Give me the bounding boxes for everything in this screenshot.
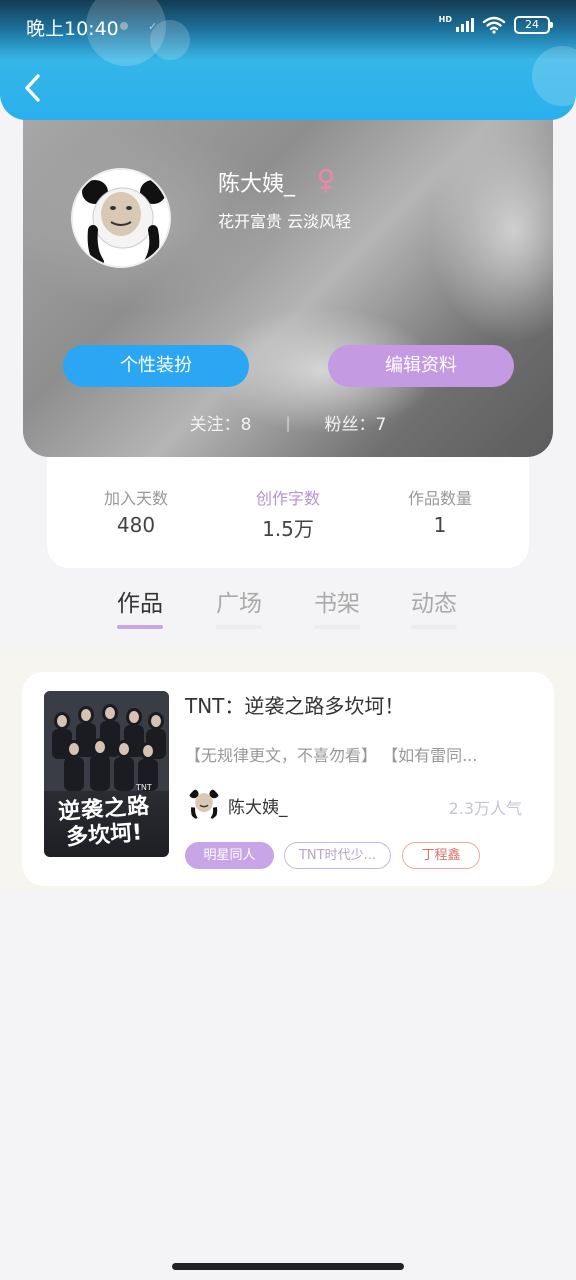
stat-value: 1 xyxy=(433,513,447,537)
chevron-left-icon xyxy=(25,74,40,102)
tag-category[interactable]: 明星同人 xyxy=(185,842,274,869)
tab-label: 广场 xyxy=(216,591,262,617)
panda-meme-avatar-icon xyxy=(73,170,169,266)
tab-label: 动态 xyxy=(411,591,457,617)
female-icon xyxy=(318,168,334,194)
nickname: 陈大姨_ xyxy=(218,172,296,197)
stat-value: 480 xyxy=(116,513,156,537)
work-description: 【无规律更文，不喜勿看】 【如有雷同... xyxy=(185,746,478,765)
battery-icon: 24 xyxy=(514,16,553,34)
notification-dot-icon xyxy=(120,22,128,30)
tag-group[interactable]: TNT时代少... xyxy=(284,842,391,869)
signal-icon xyxy=(456,18,474,32)
stat-word-count: 创作字数 1.5万 xyxy=(233,485,343,568)
stat-join-days: 加入天数 480 xyxy=(81,485,191,568)
tab-bar: 作品 广场 书架 动态 xyxy=(92,584,492,634)
book-cover[interactable]: TNT 逆袭之路 多坎坷! xyxy=(44,691,169,857)
tab-indicator xyxy=(117,625,163,629)
tag-character[interactable]: 丁程鑫 xyxy=(402,842,480,869)
author-name: 陈大姨_ xyxy=(228,798,288,818)
cover-title-line2: 多坎坷! xyxy=(65,820,144,851)
stat-label: 创作字数 xyxy=(255,489,320,508)
tab-label: 作品 xyxy=(117,591,163,617)
notification-tick-icon: ✓ xyxy=(148,20,158,33)
header-bar: 晚上10:40 ✓ HD 24 xyxy=(0,0,576,120)
panda-meme-avatar-icon xyxy=(187,787,221,821)
tab-activity[interactable]: 动态 xyxy=(399,584,469,629)
status-icons: HD 24 xyxy=(438,14,553,34)
tab-works[interactable]: 作品 xyxy=(105,584,175,629)
avatar[interactable] xyxy=(71,168,171,268)
popularity-count: 2.3万人气 xyxy=(448,799,522,818)
following-count[interactable]: 关注：8 xyxy=(190,410,252,435)
hd-label: HD xyxy=(438,14,452,24)
stat-label: 加入天数 xyxy=(103,489,168,508)
back-button[interactable] xyxy=(18,70,48,106)
status-time: 晚上10:40 xyxy=(26,18,119,40)
stat-label: 作品数量 xyxy=(407,489,472,508)
tab-indicator xyxy=(216,625,262,629)
work-title[interactable]: TNT：逆袭之路多坎坷！ xyxy=(185,690,404,719)
tab-square[interactable]: 广场 xyxy=(204,584,274,629)
status-bar: 晚上10:40 ✓ HD 24 xyxy=(0,0,576,50)
tab-indicator xyxy=(411,625,457,629)
follow-divider: | xyxy=(285,413,291,432)
tab-indicator xyxy=(314,625,360,629)
tab-bookshelf[interactable]: 书架 xyxy=(302,584,372,629)
edit-profile-button[interactable]: 编辑资料 xyxy=(328,345,514,387)
signature-text: 花开富贵 云淡风轻 xyxy=(218,212,352,231)
stat-value: 1.5万 xyxy=(262,517,314,541)
decor-bubble xyxy=(532,46,576,106)
profile-screen: 晚上10:40 ✓ HD 24 陈大姨_ 花开富贵 云淡风轻 个性装扮 编辑资料… xyxy=(0,0,576,1280)
cover-group-photo-icon xyxy=(44,691,169,791)
tab-label: 书架 xyxy=(314,591,360,617)
stat-works-count: 作品数量 1 xyxy=(385,485,495,568)
stats-card: 加入天数 480 创作字数 1.5万 作品数量 1 xyxy=(47,455,529,568)
author-avatar[interactable] xyxy=(187,787,221,821)
wifi-icon xyxy=(482,16,506,34)
personal-style-button[interactable]: 个性装扮 xyxy=(63,345,249,387)
home-indicator[interactable] xyxy=(172,1263,404,1270)
fans-count[interactable]: 粉丝：7 xyxy=(325,410,387,435)
profile-card: 陈大姨_ 花开富贵 云淡风轻 个性装扮 编辑资料 关注：8 | 粉丝：7 xyxy=(23,100,553,457)
follow-stats: 关注：8 | 粉丝：7 xyxy=(23,410,553,436)
work-card[interactable]: TNT 逆袭之路 多坎坷! TNT：逆袭之路多坎坷！ 【无规律更文，不喜勿看】 … xyxy=(22,672,554,886)
